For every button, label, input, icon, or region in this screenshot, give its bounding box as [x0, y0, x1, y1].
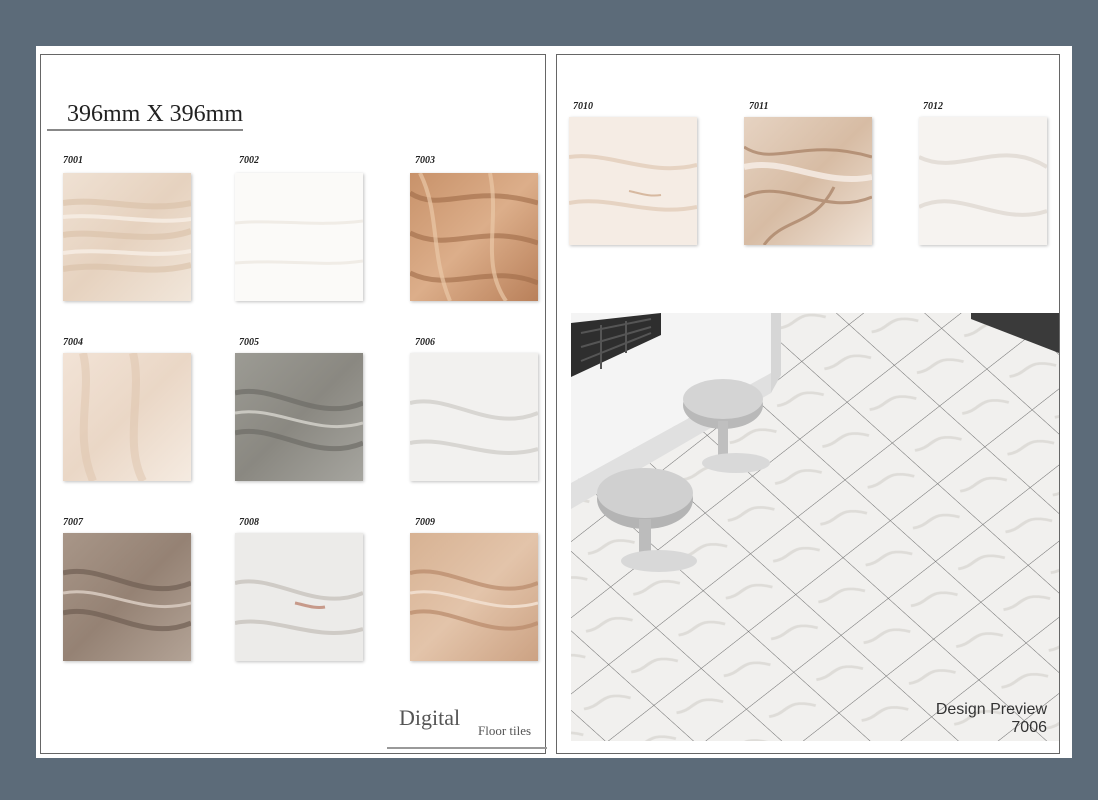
tile-swatch-7007[interactable]	[63, 533, 191, 661]
tile-code-7006: 7006	[415, 337, 435, 348]
design-preview-label: Design Preview	[935, 701, 1047, 718]
tile-code-7012: 7012	[923, 101, 943, 112]
marble-swatch-image	[744, 117, 872, 245]
marble-swatch-image	[569, 117, 697, 245]
marble-swatch-image	[235, 533, 363, 661]
catalog-sheet: 396mm X 396mm 7001 7002 7003 7004 7005 7…	[36, 46, 1072, 758]
tile-size-title: 396mm X 396mm	[67, 101, 244, 127]
tile-code-7009: 7009	[415, 517, 435, 528]
tile-swatch-7005[interactable]	[235, 353, 363, 481]
marble-swatch-image	[63, 353, 191, 481]
tile-code-7008: 7008	[239, 517, 259, 528]
design-preview-code: 7006	[1011, 719, 1047, 736]
room-scene-illustration	[571, 313, 1059, 741]
tile-swatch-7011[interactable]	[744, 117, 872, 245]
marble-swatch-image	[410, 353, 538, 481]
tile-swatch-7002[interactable]	[235, 173, 363, 301]
tile-swatch-7003[interactable]	[410, 173, 538, 301]
tile-code-7007: 7007	[63, 517, 83, 528]
tile-code-7005: 7005	[239, 337, 259, 348]
brand-underline	[387, 747, 547, 749]
marble-swatch-image	[235, 173, 363, 301]
tile-code-7002: 7002	[239, 155, 259, 166]
title-underline	[47, 129, 243, 131]
tile-swatch-7012[interactable]	[919, 117, 1047, 245]
marble-swatch-image	[63, 173, 191, 301]
marble-swatch-image	[63, 533, 191, 661]
brand-digital-text: Digital	[399, 705, 461, 730]
tile-code-7001: 7001	[63, 155, 83, 166]
tile-code-7003: 7003	[415, 155, 435, 166]
marble-swatch-image	[410, 173, 538, 301]
tile-code-7010: 7010	[573, 101, 593, 112]
marble-swatch-image	[919, 117, 1047, 245]
tile-swatch-7001[interactable]	[63, 173, 191, 301]
tile-catalog-right-panel: 7010 7011 7012 Design Preview 7006	[556, 54, 1060, 754]
tile-code-7004: 7004	[63, 337, 83, 348]
marble-swatch-image	[410, 533, 538, 661]
marble-swatch-image	[235, 353, 363, 481]
tile-catalog-left-panel: 396mm X 396mm 7001 7002 7003 7004 7005 7…	[40, 54, 547, 754]
design-preview-caption: Design Preview 7006	[936, 701, 1047, 737]
brand-floor-tiles-text: Floor tiles	[478, 723, 532, 738]
tile-swatch-7009[interactable]	[410, 533, 538, 661]
design-preview-image: Design Preview 7006	[571, 313, 1059, 741]
tile-code-7011: 7011	[749, 101, 769, 112]
tile-swatch-7006[interactable]	[410, 353, 538, 481]
tile-swatch-7004[interactable]	[63, 353, 191, 481]
tile-swatch-7008[interactable]	[235, 533, 363, 661]
tile-swatch-7010[interactable]	[569, 117, 697, 245]
